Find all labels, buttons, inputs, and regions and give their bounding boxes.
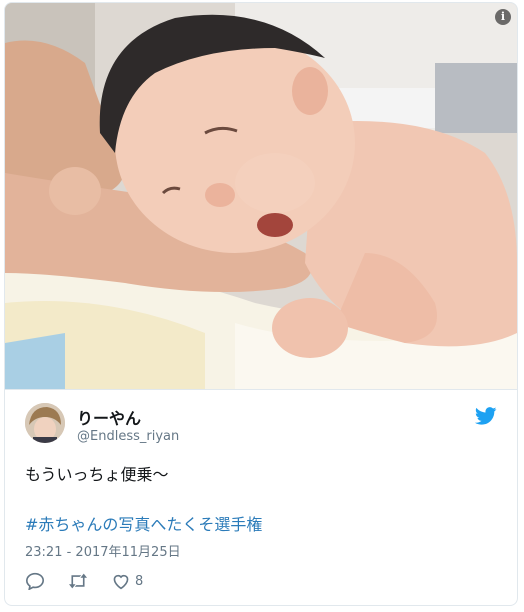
user-handle[interactable]: @Endless_riyan (77, 429, 179, 444)
tweet-timestamp[interactable]: 23:21 - 2017年11月25日 (25, 541, 181, 560)
tweet-photo[interactable]: i (5, 3, 517, 389)
display-name[interactable]: りーやん (77, 405, 141, 429)
twitter-bird-icon[interactable] (474, 407, 497, 425)
retweet-icon (69, 573, 87, 589)
tweet-card[interactable]: i りーやん @Endless_riyan もういっちょ便乗〜 #赤ちゃんの写真… (4, 2, 518, 606)
like-button[interactable]: 8 (111, 572, 143, 590)
info-icon[interactable]: i (495, 9, 511, 25)
reply-button[interactable] (25, 572, 45, 590)
tweet-actions: 8 (25, 569, 165, 593)
retweet-button[interactable] (67, 572, 89, 590)
avatar[interactable] (25, 403, 65, 443)
tweet-text: もういっちょ便乗〜 (25, 465, 169, 484)
heart-icon (113, 574, 129, 590)
divider (5, 389, 517, 390)
like-count: 8 (135, 573, 144, 589)
hashtag-link[interactable]: #赤ちゃんの写真へたくそ選手権 (25, 511, 262, 535)
reply-icon (25, 572, 45, 590)
